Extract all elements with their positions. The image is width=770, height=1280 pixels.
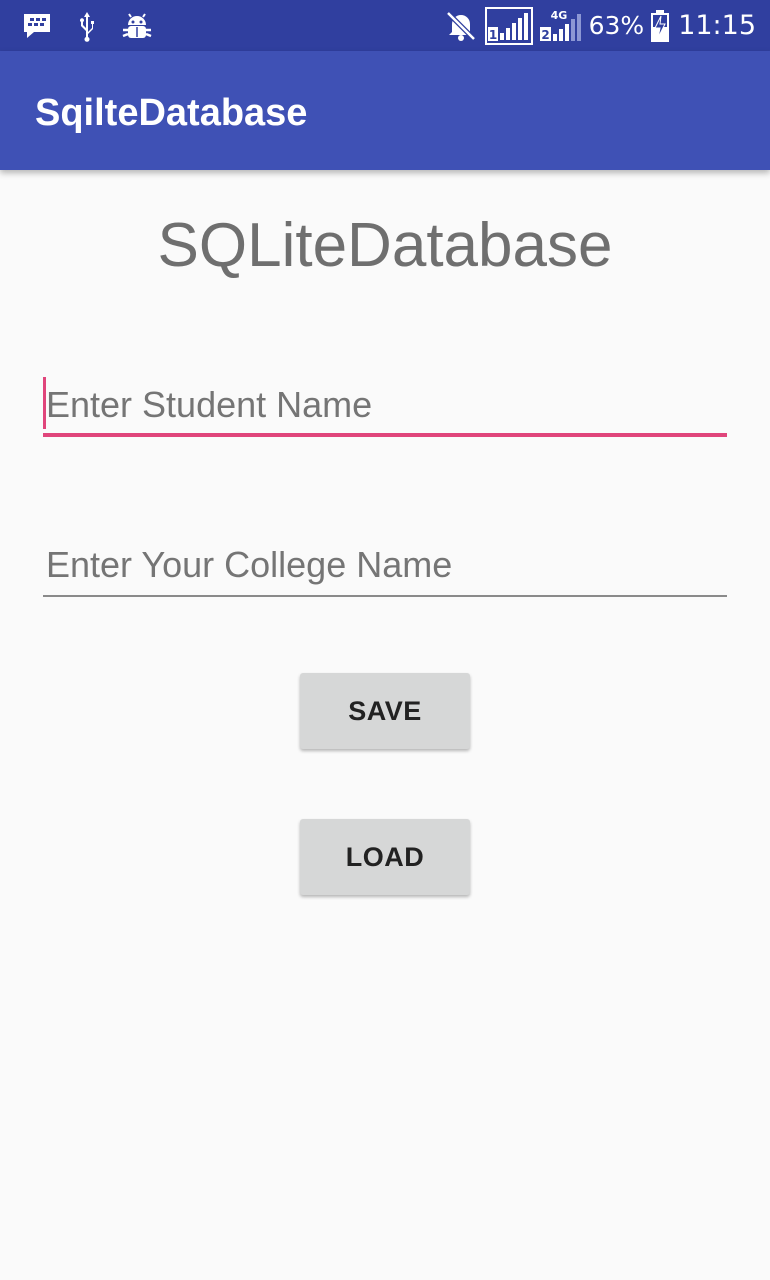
signal-sim1-icon: 1 (484, 6, 533, 45)
save-button[interactable]: SAVE (300, 673, 470, 749)
battery-charging-icon (650, 9, 670, 43)
college-name-underline (43, 595, 727, 597)
college-name-field[interactable] (43, 537, 727, 597)
network-type-label: 4G (550, 9, 567, 22)
status-bar: 1 2 4G 63% 11:15 (0, 0, 770, 51)
mute-icon (443, 10, 479, 42)
sim1-label: 1 (488, 28, 496, 42)
page-heading: SQLiteDatabase (157, 211, 613, 280)
text-cursor (43, 377, 46, 429)
battery-percent: 63% (588, 11, 645, 40)
clock: 11:15 (678, 10, 756, 41)
notification-icons (22, 8, 152, 44)
load-button[interactable]: LOAD (300, 819, 470, 895)
usb-icon (76, 10, 98, 42)
android-debug-icon (122, 11, 152, 41)
signal-sim2-4g-icon: 2 4G (539, 7, 583, 45)
app-bar: SqilteDatabase (0, 51, 770, 170)
app-title: SqilteDatabase (35, 92, 308, 134)
student-name-input[interactable] (43, 377, 727, 433)
student-name-underline (43, 433, 727, 437)
bbm-chat-icon (22, 12, 52, 40)
student-name-field[interactable] (43, 377, 727, 437)
sim2-label: 2 (541, 28, 549, 42)
system-icons: 1 2 4G 63% 11:15 (443, 0, 756, 51)
college-name-input[interactable] (43, 537, 727, 593)
